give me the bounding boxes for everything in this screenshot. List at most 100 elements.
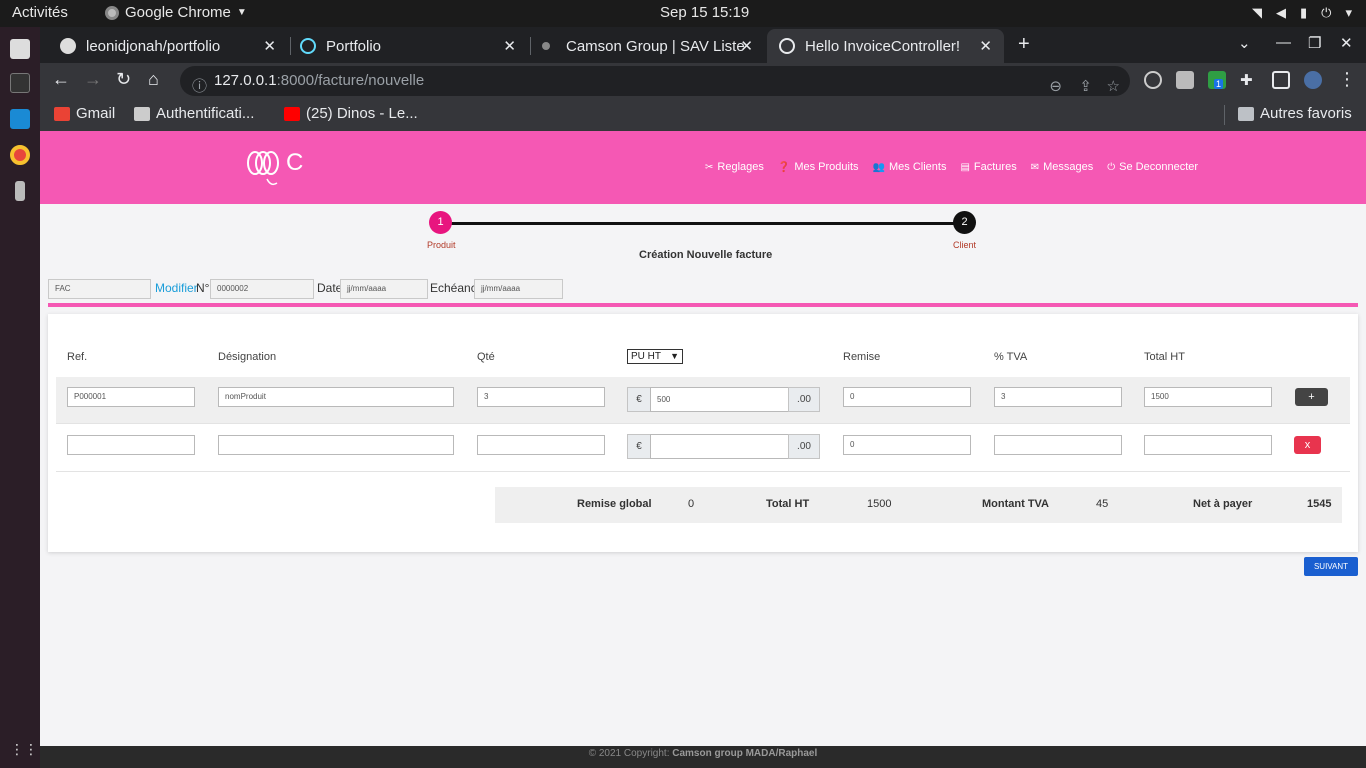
tab-github[interactable]: leonidjonah/portfolio ✕ [48,29,288,63]
tab-invoice[interactable]: Hello InvoiceController! ✕ [767,29,1004,63]
bookmark-gmail[interactable]: Gmail [54,105,115,122]
row2-pu-input[interactable] [650,434,789,459]
file-icon: ▤ [960,161,970,173]
date-input[interactable]: jj/mm/aaaa [340,279,428,299]
header-qte: Qté [477,351,495,363]
forward-button[interactable]: → [84,69,102,90]
camson-logo[interactable]: C [245,149,345,189]
side-panel-icon[interactable] [1272,71,1290,89]
nav-mes-produits[interactable]: ❓ Mes Produits [778,161,859,173]
tab-portfolio[interactable]: Portfolio ✕ [288,29,528,63]
camera-icon[interactable] [1176,71,1194,89]
clock[interactable]: Sep 15 15:19 [660,4,749,21]
row1-pu-input[interactable]: 500 [650,387,789,412]
tab-camson-sav[interactable]: Camson Group | SAV Liste ✕ [530,29,765,63]
chrome-icon[interactable] [10,145,30,165]
maximize-button[interactable]: ❐ [1308,34,1321,52]
puzzle-icon[interactable]: ✚ [1240,71,1258,89]
volume-icon: ◀ [1276,5,1287,20]
next-button[interactable]: SUIVANT [1304,557,1358,576]
row1-tva-input[interactable]: 3 [994,387,1122,407]
page-viewport: C ✂ Reglages ❓ Mes Produits 👥 Mes Clients ▤… [40,131,1366,768]
bookmark-auth[interactable]: Authentificati... [134,105,254,122]
bookmark-label: Gmail [76,105,116,122]
tab-label: Camson Group | SAV Liste [566,37,745,55]
bookmark-star-icon[interactable]: ☆ [1107,72,1120,102]
kebab-menu-icon[interactable]: ⋮ [1338,69,1356,90]
new-tab-button[interactable]: + [1018,33,1030,56]
close-icon[interactable]: ✕ [263,37,276,55]
prefix-input[interactable]: FAC [48,279,151,299]
tools-icon: ✂ [705,161,714,173]
activities-button[interactable]: Activités [12,4,68,21]
close-icon[interactable]: ✕ [979,37,992,55]
stepper-line [442,222,964,225]
other-bookmarks[interactable]: Autres favoris [1238,105,1352,122]
tab-search-icon[interactable]: ⌄ [1238,34,1251,52]
invoice-lines-card: Ref. Désignation Qté PU HT ▼ Remise % TVA… [48,314,1358,552]
info-icon[interactable]: ⓘ [192,72,207,102]
react-devtools-icon[interactable] [1144,71,1162,89]
address-bar[interactable]: ⓘ 127.0.0.1:8000/facture/nouvelle ⊖ ⇪ ☆ [180,66,1130,96]
row1-ref-input[interactable]: P000001 [67,387,195,407]
header-remise: Remise [843,351,881,363]
row-divider [56,471,1350,472]
row-divider [56,423,1350,424]
delete-line-button[interactable]: x [1294,436,1321,454]
chrome-icon [105,5,119,20]
url-path: :8000/facture/nouvelle [276,72,425,89]
envelope-icon: ✉ [1030,161,1040,173]
row2-remise-input[interactable]: 0 [843,435,971,455]
trash-icon[interactable] [15,181,25,201]
nav-mes-clients[interactable]: 👥 Mes Clients [873,161,947,173]
extension-flag-icon[interactable]: 1 [1208,71,1226,89]
nav-messages[interactable]: ✉ Messages [1031,161,1094,173]
pu-type-select[interactable]: PU HT ▼ [627,349,683,364]
main-nav: ✂ Reglages ❓ Mes Produits 👥 Mes Clients ▤ Fa… [705,161,1198,173]
files-icon[interactable] [10,39,30,59]
home-button[interactable]: ⌂ [148,69,159,90]
nav-reglages[interactable]: ✂ Reglages [705,161,764,173]
chevron-down-icon: ▼ [236,7,247,18]
invoice-number-input[interactable]: 0000002 [210,279,314,299]
net-a-payer-value: 1545 [1307,498,1332,510]
minimize-button[interactable]: — [1276,34,1291,51]
row2-ref-input[interactable] [67,435,195,455]
share-icon[interactable]: ⇪ [1079,72,1092,102]
row1-remise-input[interactable]: 0 [843,387,971,407]
bookmark-label: Authentificati... [156,105,255,122]
close-icon[interactable]: ✕ [503,37,516,55]
add-line-button[interactable]: + [1295,388,1328,406]
echeance-input[interactable]: jj/mm/aaaa [474,279,563,299]
row1-qte-input[interactable]: 3 [477,387,605,407]
step-1-dot[interactable]: 1 [429,211,452,234]
users-icon: 👥 [872,161,885,173]
zoom-icon[interactable]: ⊖ [1049,72,1062,102]
row1-total-input[interactable]: 1500 [1144,387,1272,407]
logo-letter: C [286,149,304,176]
vscode-icon[interactable] [10,109,30,129]
close-window-button[interactable]: ✕ [1340,34,1353,52]
bookmark-youtube[interactable]: (25) Dinos - Le... [284,105,418,122]
nav-factures[interactable]: ▤ Factures [960,161,1016,173]
step-2-dot[interactable]: 2 [953,211,976,234]
close-icon[interactable]: ✕ [740,37,753,55]
row1-designation-input[interactable]: nomProduit [218,387,454,407]
nav-se-deconnecter[interactable]: ⏻ Se Deconnecter [1107,161,1198,173]
row2-qte-input[interactable] [477,435,605,455]
profile-avatar[interactable] [1304,71,1322,89]
system-tray[interactable]: ◥ ◀ ▮ ⏻ ▾ [1252,5,1352,21]
back-button[interactable]: ← [52,69,70,90]
tab-label: leonidjonah/portfolio [86,37,221,55]
row2-designation-input[interactable] [218,435,454,455]
camson-icon [542,42,550,50]
form-title: Création Nouvelle facture [639,249,773,261]
chevron-down-icon: ▾ [1345,5,1352,20]
app-grid-icon[interactable]: ⋮⋮ [10,741,38,761]
row2-total-input[interactable] [1144,435,1272,455]
row2-tva-input[interactable] [994,435,1122,455]
terminal-icon[interactable] [10,73,30,93]
reload-button[interactable]: ↻ [116,69,131,90]
app-menu[interactable]: Google Chrome ▼ [105,4,247,21]
modifier-link[interactable]: Modifier [155,281,198,295]
